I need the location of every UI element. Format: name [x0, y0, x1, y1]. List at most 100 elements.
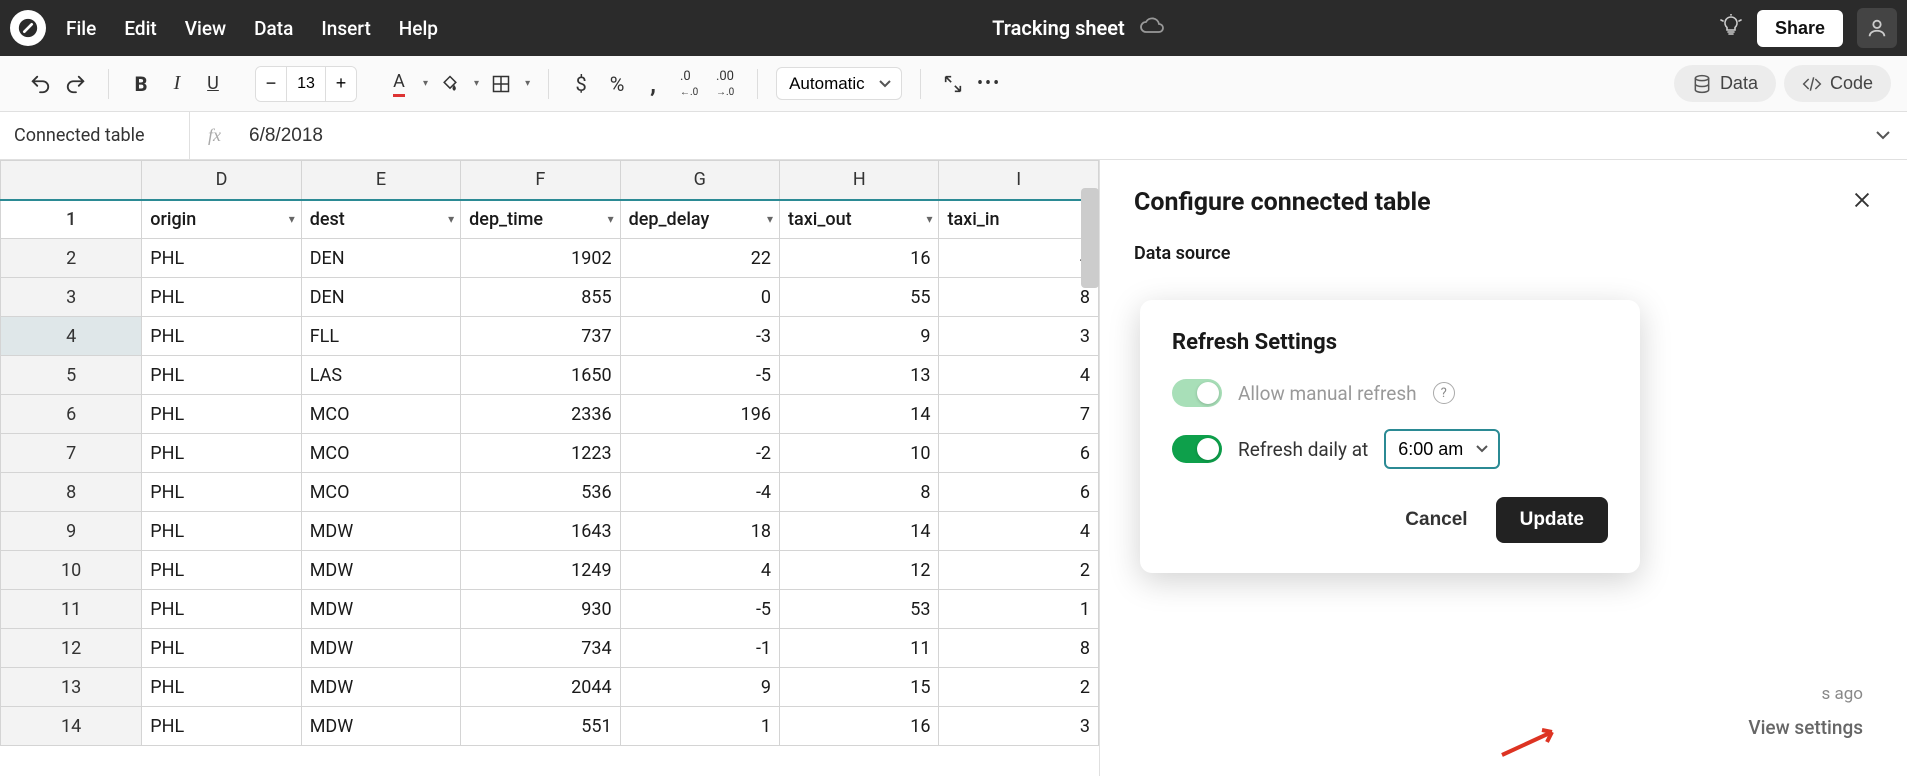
cell[interactable]: PHL: [142, 668, 301, 707]
close-panel-button[interactable]: [1851, 189, 1873, 217]
row-number[interactable]: 9: [1, 512, 142, 551]
code-panel-button[interactable]: Code: [1784, 65, 1891, 102]
view-settings-link[interactable]: View settings: [1134, 716, 1873, 739]
row-number[interactable]: 5: [1, 356, 142, 395]
cell[interactable]: 10: [780, 434, 939, 473]
underline-button[interactable]: U: [199, 70, 227, 98]
menu-insert[interactable]: Insert: [321, 17, 370, 40]
cell-reference[interactable]: Connected table: [0, 112, 190, 159]
cell[interactable]: 14: [780, 395, 939, 434]
update-button[interactable]: Update: [1496, 497, 1608, 543]
row-number[interactable]: 4: [1, 317, 142, 356]
cell[interactable]: 12: [780, 551, 939, 590]
cell[interactable]: PHL: [142, 551, 301, 590]
cell[interactable]: 1223: [461, 434, 620, 473]
cell[interactable]: DEN: [301, 278, 460, 317]
cell[interactable]: 2: [939, 668, 1099, 707]
row-number[interactable]: 7: [1, 434, 142, 473]
cell[interactable]: PHL: [142, 278, 301, 317]
column-header-cell[interactable]: dep_time▾: [461, 200, 620, 239]
cell[interactable]: 2044: [461, 668, 620, 707]
cell[interactable]: 3: [939, 707, 1099, 746]
cell[interactable]: 734: [461, 629, 620, 668]
cell[interactable]: FLL: [301, 317, 460, 356]
cell[interactable]: PHL: [142, 317, 301, 356]
cell[interactable]: PHL: [142, 590, 301, 629]
cell[interactable]: -2: [620, 434, 779, 473]
cloud-sync-icon[interactable]: [1139, 16, 1165, 40]
cell[interactable]: 2: [939, 551, 1099, 590]
borders-button[interactable]: [487, 70, 515, 98]
fill-color-button[interactable]: [436, 70, 464, 98]
col-header[interactable]: F: [461, 161, 620, 200]
cell[interactable]: 3: [939, 317, 1099, 356]
cell[interactable]: 2336: [461, 395, 620, 434]
app-logo[interactable]: [10, 10, 46, 46]
cell[interactable]: MCO: [301, 395, 460, 434]
row-number[interactable]: 8: [1, 473, 142, 512]
font-size-input[interactable]: [286, 67, 326, 101]
cell[interactable]: DEN: [301, 239, 460, 278]
cell[interactable]: 4: [620, 551, 779, 590]
cell[interactable]: -5: [620, 356, 779, 395]
cell[interactable]: PHL: [142, 629, 301, 668]
formula-collapse-button[interactable]: [1859, 128, 1907, 144]
cell[interactable]: 536: [461, 473, 620, 512]
expand-button[interactable]: [939, 70, 967, 98]
data-panel-button[interactable]: Data: [1674, 65, 1776, 102]
refresh-time-select[interactable]: 6:00 am: [1384, 429, 1500, 469]
comma-button[interactable]: ,: [639, 70, 667, 98]
italic-button[interactable]: I: [163, 70, 191, 98]
chevron-down-icon[interactable]: ▾: [289, 212, 295, 226]
cell[interactable]: 1: [939, 590, 1099, 629]
cell[interactable]: 14: [780, 512, 939, 551]
help-icon[interactable]: ?: [1433, 382, 1455, 404]
cell[interactable]: 6: [939, 434, 1099, 473]
cell[interactable]: 13: [780, 356, 939, 395]
cell[interactable]: 1643: [461, 512, 620, 551]
col-header[interactable]: I: [939, 161, 1099, 200]
cell[interactable]: 196: [620, 395, 779, 434]
font-size-decrease[interactable]: −: [256, 67, 286, 101]
cell[interactable]: 8: [780, 473, 939, 512]
row-number[interactable]: 3: [1, 278, 142, 317]
cell[interactable]: PHL: [142, 473, 301, 512]
chevron-down-icon[interactable]: ▾: [608, 212, 614, 226]
font-size-increase[interactable]: +: [326, 67, 356, 101]
cell[interactable]: 0: [620, 278, 779, 317]
spreadsheet[interactable]: D E F G H I 1origin▾dest▾dep_time▾dep_de…: [0, 160, 1099, 746]
column-header-cell[interactable]: taxi_out▾: [780, 200, 939, 239]
col-header[interactable]: E: [301, 161, 460, 200]
row-number[interactable]: 12: [1, 629, 142, 668]
cell[interactable]: MCO: [301, 473, 460, 512]
cell[interactable]: 1650: [461, 356, 620, 395]
row-number[interactable]: 6: [1, 395, 142, 434]
wrap-mode-select[interactable]: Automatic: [776, 67, 902, 100]
formula-input[interactable]: [239, 112, 1859, 159]
row-number[interactable]: 1: [1, 200, 142, 239]
user-menu-button[interactable]: [1857, 8, 1897, 48]
cell[interactable]: 551: [461, 707, 620, 746]
chevron-down-icon[interactable]: ▾: [423, 78, 428, 89]
scrollbar-vertical[interactable]: [1081, 188, 1099, 288]
lightbulb-icon[interactable]: [1719, 14, 1743, 42]
cell[interactable]: MDW: [301, 512, 460, 551]
bold-button[interactable]: B: [127, 70, 155, 98]
chevron-down-icon[interactable]: ▾: [525, 78, 530, 89]
document-title[interactable]: Tracking sheet: [992, 16, 1125, 40]
cell[interactable]: 9: [780, 317, 939, 356]
column-header-cell[interactable]: taxi_in▾: [939, 200, 1099, 239]
cell[interactable]: 16: [780, 707, 939, 746]
cell[interactable]: MDW: [301, 551, 460, 590]
increase-decimal-button[interactable]: .00→.0: [711, 70, 739, 98]
corner-cell[interactable]: [1, 161, 142, 200]
cell[interactable]: 7: [939, 395, 1099, 434]
cell[interactable]: 6: [939, 473, 1099, 512]
cell[interactable]: -3: [620, 317, 779, 356]
decrease-decimal-button[interactable]: .0←.0: [675, 70, 703, 98]
cell[interactable]: -5: [620, 590, 779, 629]
column-header-cell[interactable]: dest▾: [301, 200, 460, 239]
cell[interactable]: 4: [939, 512, 1099, 551]
cell[interactable]: 16: [780, 239, 939, 278]
menu-help[interactable]: Help: [399, 17, 438, 40]
